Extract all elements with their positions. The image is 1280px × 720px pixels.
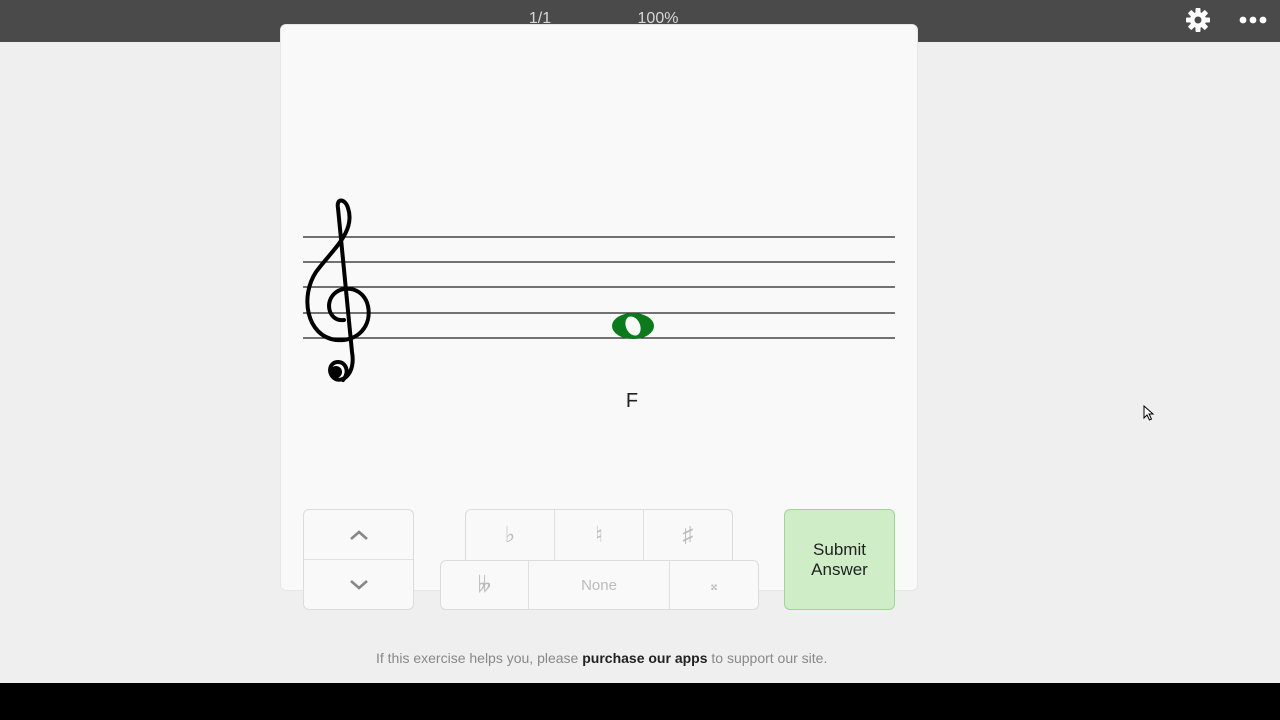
more-options-icon[interactable] xyxy=(1238,9,1268,31)
mouse-cursor-icon xyxy=(1143,405,1155,421)
accidental-buttons-bottom: 𝄫 None 𝄪 xyxy=(440,560,759,610)
footer-suffix: to support our site. xyxy=(707,650,828,666)
double-flat-button[interactable]: 𝄫 xyxy=(441,561,529,609)
exercise-card xyxy=(280,24,918,591)
submit-answer-button[interactable]: Submit Answer xyxy=(784,509,895,610)
double-sharp-button[interactable]: 𝄪 xyxy=(670,561,758,609)
purchase-apps-link[interactable]: purchase our apps xyxy=(582,650,707,666)
footer-text: If this exercise helps you, please purch… xyxy=(376,650,827,666)
accidental-buttons-top: ♭ ♮ ♯ xyxy=(465,509,733,560)
no-accidental-button[interactable]: None xyxy=(529,561,670,609)
footer: If this exercise helps you, please purch… xyxy=(0,650,1280,666)
natural-button[interactable]: ♮ xyxy=(555,510,644,560)
note-name-label: F xyxy=(625,390,639,412)
sharp-button[interactable]: ♯ xyxy=(644,510,732,560)
chevron-down-icon xyxy=(349,579,368,590)
chevron-up-icon xyxy=(349,529,368,540)
pitch-arrow-buttons xyxy=(303,509,414,610)
move-up-button[interactable] xyxy=(304,510,413,560)
footer-prefix: If this exercise helps you, please xyxy=(376,650,583,666)
move-down-button[interactable] xyxy=(304,560,413,609)
flat-button[interactable]: ♭ xyxy=(466,510,555,560)
submit-label-line1: Submit xyxy=(813,539,866,559)
submit-label-line2: Answer xyxy=(811,559,868,579)
gear-icon[interactable] xyxy=(1184,6,1212,34)
bottom-bar xyxy=(0,683,1280,720)
